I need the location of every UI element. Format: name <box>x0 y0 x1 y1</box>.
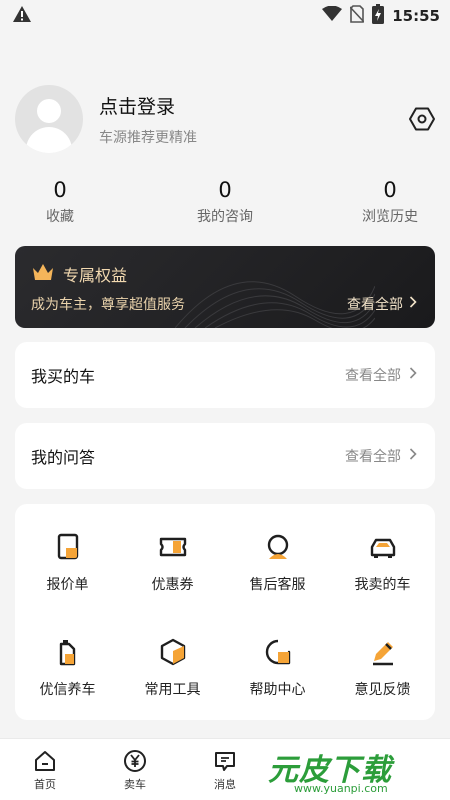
stat-label: 我的咨询 <box>197 209 253 225</box>
car-icon <box>370 538 395 558</box>
tool-help-center[interactable]: 帮助中心 <box>225 637 330 720</box>
tool-after-sales[interactable]: 售后客服 <box>225 532 330 615</box>
message-icon <box>215 752 235 771</box>
tool-label: 帮助中心 <box>249 682 306 698</box>
avatar-head <box>37 99 61 123</box>
stat-consultations[interactable]: 0 我的咨询 <box>180 178 270 226</box>
customer-service-icon <box>267 534 288 559</box>
profile-text[interactable]: 点击登录 车源推荐更精准 <box>99 92 197 147</box>
view-all-label: 查看全部 <box>345 449 401 465</box>
decorative-waves <box>175 281 375 328</box>
tool-common-tools[interactable]: 常用工具 <box>120 637 225 720</box>
bought-cars-card[interactable]: 我买的车 查看全部 <box>15 342 435 408</box>
login-link[interactable]: 点击登录 <box>99 92 197 119</box>
my-qa-view-all[interactable]: 查看全部 <box>345 446 417 466</box>
login-subtitle: 车源推荐更精准 <box>99 129 197 146</box>
vip-title: 专属权益 <box>31 262 127 286</box>
tool-my-sold-cars[interactable]: 我卖的车 <box>330 532 435 615</box>
no-sim-icon <box>349 5 365 27</box>
tool-label: 我卖的车 <box>354 577 411 593</box>
tool-label: 优惠券 <box>151 577 194 593</box>
stat-history[interactable]: 0 浏览历史 <box>345 178 435 226</box>
battery-charging-icon <box>372 4 385 28</box>
vip-view-all[interactable]: 查看全部 <box>347 294 417 314</box>
chat-bubble-icon <box>265 639 290 665</box>
chevron-right-icon <box>409 448 417 464</box>
tool-quote[interactable]: 报价单 <box>15 532 120 615</box>
tab-label: 首页 <box>34 778 56 791</box>
chevron-right-icon <box>409 296 417 312</box>
status-bar: 15:55 <box>0 0 450 32</box>
tab-label: 卖车 <box>124 778 146 791</box>
oil-can-icon <box>59 640 75 666</box>
vip-view-all-label: 查看全部 <box>347 297 403 313</box>
my-qa-card[interactable]: 我的问答 查看全部 <box>15 423 435 489</box>
tab-sell-car[interactable]: 卖车 <box>90 739 180 800</box>
stat-value: 0 <box>53 178 67 202</box>
stat-value: 0 <box>218 178 232 202</box>
vip-title-text: 专属权益 <box>63 266 128 285</box>
coupon-icon <box>159 537 186 557</box>
avatar-body <box>26 127 72 153</box>
stat-label: 收藏 <box>46 209 74 225</box>
tab-home[interactable]: 首页 <box>0 739 90 800</box>
quote-doc-icon <box>57 533 78 560</box>
tool-label: 报价单 <box>46 577 89 593</box>
chevron-right-icon <box>409 367 417 383</box>
yen-icon <box>124 750 146 772</box>
tool-coupon[interactable]: 优惠券 <box>120 532 225 615</box>
tool-label: 优信养车 <box>39 682 96 698</box>
stat-value: 0 <box>383 178 397 202</box>
stat-label: 浏览历史 <box>362 209 418 225</box>
tool-car-care[interactable]: 优信养车 <box>15 637 120 720</box>
bought-cars-title: 我买的车 <box>31 367 96 386</box>
tool-label: 常用工具 <box>144 682 201 698</box>
tools-grid: 报价单 优惠券 售后客服 我卖的车 优信养车 常用工具 帮助中心 意见反馈 <box>15 504 435 720</box>
avatar[interactable] <box>15 85 83 153</box>
bought-cars-view-all[interactable]: 查看全部 <box>345 365 417 385</box>
box-icon <box>160 638 185 666</box>
status-time: 15:55 <box>392 7 440 25</box>
pencil-icon <box>372 642 393 666</box>
watermark-url: www.yuanpi.com <box>294 782 388 795</box>
tool-label: 意见反馈 <box>354 682 411 698</box>
vip-benefits-card[interactable]: 专属权益 成为车主，尊享超值服务 查看全部 <box>15 246 435 328</box>
stat-favorites[interactable]: 0 收藏 <box>15 178 105 226</box>
crown-icon <box>31 262 55 286</box>
vip-subtitle: 成为车主，尊享超值服务 <box>31 297 185 313</box>
wifi-icon <box>322 5 343 26</box>
warning-icon <box>12 5 32 27</box>
view-all-label: 查看全部 <box>345 368 401 384</box>
tool-label: 售后客服 <box>249 577 306 593</box>
tool-feedback[interactable]: 意见反馈 <box>330 637 435 720</box>
profile-section: 点击登录 车源推荐更精准 <box>15 84 435 154</box>
stats-row: 0 收藏 0 我的咨询 0 浏览历史 <box>15 178 435 226</box>
watermark-logo: 元皮下载 www.yuanpi.com <box>254 742 450 800</box>
my-qa-title: 我的问答 <box>31 448 96 467</box>
tab-label: 消息 <box>214 778 236 791</box>
hexagon-settings-icon[interactable] <box>409 106 435 132</box>
home-icon <box>35 751 55 771</box>
